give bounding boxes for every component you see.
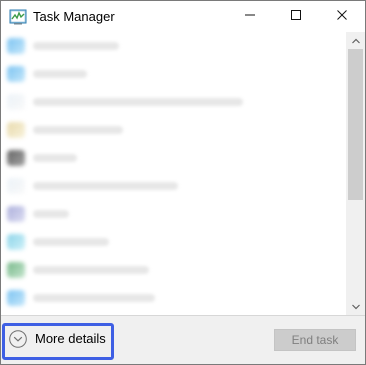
- process-row[interactable]: [1, 256, 346, 284]
- maximize-icon: [290, 8, 302, 26]
- process-icon: [7, 234, 25, 250]
- end-task-button[interactable]: End task: [274, 329, 356, 351]
- more-details-label: More details: [35, 331, 106, 346]
- task-manager-icon: [9, 8, 27, 26]
- scroll-down-button[interactable]: [346, 298, 365, 315]
- blurred-process-name: [33, 98, 243, 106]
- minimize-button[interactable]: [227, 1, 273, 32]
- footer-bar: More details End task: [1, 316, 365, 364]
- process-icon: [7, 150, 25, 166]
- process-icon: [7, 122, 25, 138]
- blurred-process-name: [33, 126, 123, 134]
- process-row[interactable]: [1, 116, 346, 144]
- process-list: [1, 32, 346, 315]
- process-row[interactable]: [1, 60, 346, 88]
- blurred-process-name: [33, 182, 178, 190]
- process-icon: [7, 94, 25, 110]
- process-row[interactable]: [1, 88, 346, 116]
- blurred-process-name: [33, 238, 109, 246]
- blurred-process-name: [33, 294, 155, 302]
- process-row[interactable]: [1, 228, 346, 256]
- blurred-process-name: [33, 210, 69, 218]
- process-icon: [7, 178, 25, 194]
- blurred-process-name: [33, 154, 77, 162]
- process-row[interactable]: [1, 200, 346, 228]
- chevron-up-icon: [351, 32, 361, 50]
- blurred-process-name: [33, 42, 119, 50]
- process-row[interactable]: [1, 144, 346, 172]
- window-title: Task Manager: [33, 9, 115, 24]
- blurred-process-name: [33, 266, 149, 274]
- close-button[interactable]: [319, 1, 365, 32]
- blurred-process-name: [33, 70, 87, 78]
- process-icon: [7, 66, 25, 82]
- close-icon: [336, 8, 348, 26]
- vertical-scrollbar[interactable]: [346, 32, 365, 315]
- scroll-thumb[interactable]: [348, 49, 363, 200]
- process-row[interactable]: [1, 172, 346, 200]
- title-bar: Task Manager: [1, 1, 365, 32]
- scroll-up-button[interactable]: [346, 32, 365, 49]
- process-row[interactable]: [1, 284, 346, 312]
- process-icon: [7, 262, 25, 278]
- minimize-icon: [244, 8, 256, 26]
- chevron-down-circle-icon: [8, 329, 28, 349]
- maximize-button[interactable]: [273, 1, 319, 32]
- process-row[interactable]: [1, 32, 346, 60]
- more-details-button[interactable]: More details: [8, 328, 106, 350]
- task-manager-window: Task Manager More details End task: [0, 0, 366, 365]
- chevron-down-icon: [351, 298, 361, 316]
- process-icon: [7, 290, 25, 306]
- task-list-area: [1, 32, 365, 315]
- process-icon: [7, 206, 25, 222]
- process-icon: [7, 38, 25, 54]
